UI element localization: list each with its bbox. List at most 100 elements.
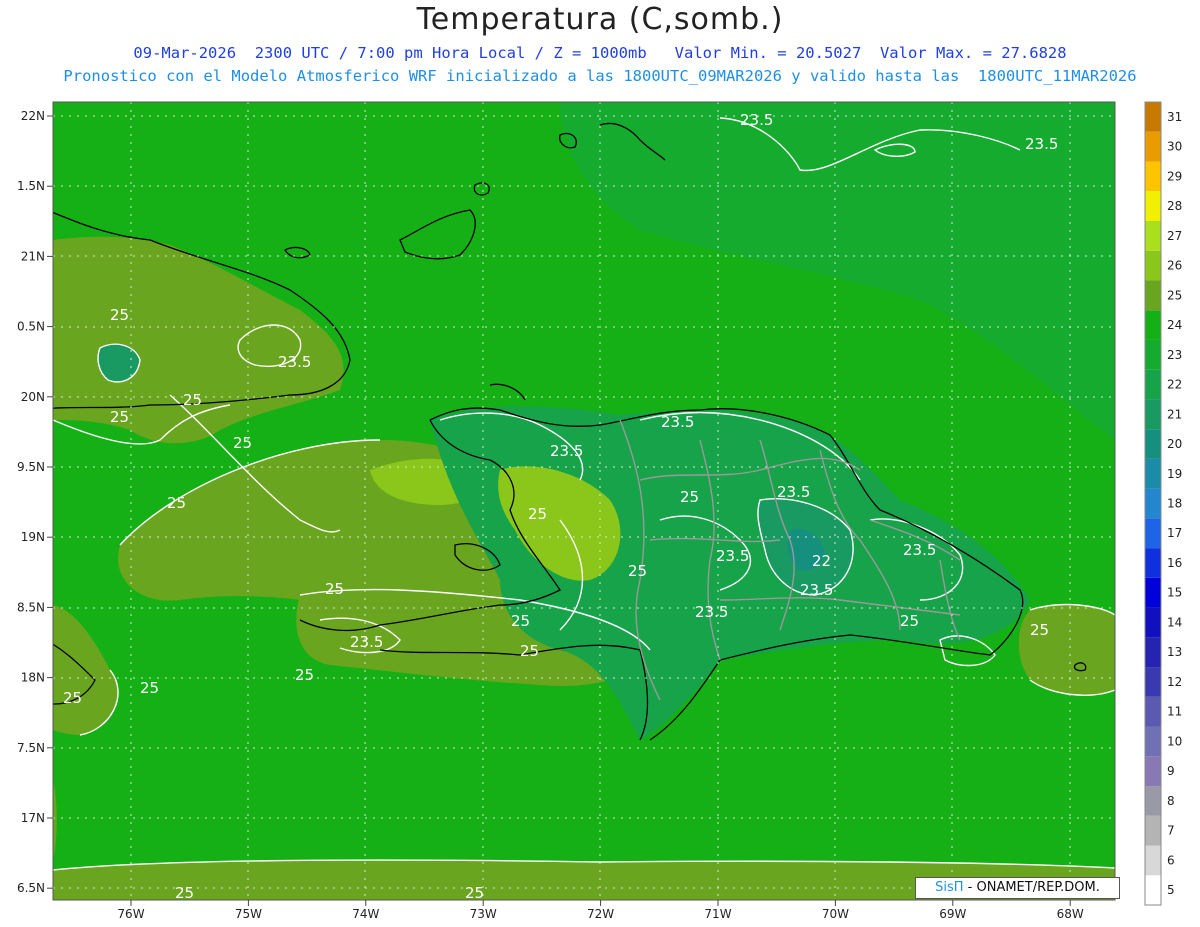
temperature-map: 23.5 23.5 25 23.5 25 25 25 25 25 23.5 23…	[17, 101, 1182, 921]
colorbar-label: 19	[1167, 467, 1182, 481]
contour-label: 23.5	[800, 581, 833, 599]
contour-label: 25	[528, 505, 547, 523]
colorbar-label: 17	[1167, 526, 1182, 540]
colorbar-swatch	[1145, 369, 1161, 400]
colorbar-label: 12	[1167, 675, 1182, 689]
colorbar-label: 5	[1167, 883, 1175, 897]
colorbar-label: 22	[1167, 378, 1182, 392]
colorbar-label: 11	[1167, 705, 1182, 719]
contour-label: 23.5	[716, 547, 749, 565]
contour-label: 25	[175, 884, 194, 902]
lon-label: 76W	[117, 907, 144, 921]
contour-label: 23.5	[278, 353, 311, 371]
colorbar-label: 24	[1167, 318, 1182, 332]
contour-label: 25	[680, 488, 699, 506]
lat-label: 18N	[21, 671, 45, 685]
contour-label: 25	[465, 884, 484, 902]
contour-label: 25	[628, 562, 647, 580]
colorbar-label: 8	[1167, 794, 1175, 808]
lat-label: 0.5N	[17, 320, 45, 334]
contour-label: 25	[110, 408, 129, 426]
colorbar-swatch	[1145, 518, 1161, 549]
colorbar-label: 31	[1167, 110, 1182, 124]
contour-label: 25	[511, 612, 530, 630]
colorbar-label: 20	[1167, 437, 1182, 451]
colorbar-label: 14	[1167, 615, 1182, 629]
lon-label: 74W	[352, 907, 379, 921]
contour-label: 23.5	[695, 603, 728, 621]
lat-label: 6.5N	[17, 881, 45, 895]
colorbar-swatch	[1145, 458, 1161, 489]
contour-label: 25	[325, 580, 344, 598]
colorbar-label: 23	[1167, 348, 1182, 362]
colorbar-swatch	[1145, 429, 1161, 459]
colorbar-label: 21	[1167, 407, 1182, 421]
colorbar-swatch	[1145, 220, 1161, 251]
colorbar-swatch	[1145, 577, 1161, 608]
lat-label: 7.5N	[17, 741, 45, 755]
contour-label: 23.5	[903, 541, 936, 559]
colorbar-label: 9	[1167, 764, 1175, 778]
contour-label: 23.5	[661, 413, 694, 431]
colorbar-swatch	[1145, 786, 1161, 816]
colorbar-swatch	[1145, 250, 1161, 281]
lon-label: 72W	[587, 907, 614, 921]
contour-label: 25	[295, 666, 314, 684]
colorbar-swatch	[1145, 667, 1161, 697]
lon-label: 69W	[939, 907, 966, 921]
colorbar-swatch	[1145, 161, 1161, 192]
colorbar-swatch	[1145, 191, 1161, 221]
contour-label: 22	[812, 552, 831, 570]
colorbar-swatch	[1145, 845, 1161, 876]
colorbar-label: 28	[1167, 199, 1182, 213]
lon-label: 70W	[822, 907, 849, 921]
contour-label: 23.5	[350, 633, 383, 651]
contour-label: 25	[233, 434, 252, 452]
lon-label: 75W	[235, 907, 262, 921]
sispi-brand: SisΠ	[935, 880, 964, 895]
lon-label: 73W	[470, 907, 497, 921]
colorbar-swatch	[1145, 310, 1161, 340]
contour-label: 25	[140, 679, 159, 697]
colorbar-swatch	[1145, 339, 1161, 370]
colorbar-swatch	[1145, 399, 1161, 430]
colorbar-label: 10	[1167, 734, 1182, 748]
colorbar-label: 7	[1167, 824, 1175, 838]
lat-label: 19N	[21, 530, 45, 544]
colorbar-label: 16	[1167, 556, 1182, 570]
contour-label: 25	[110, 306, 129, 324]
contour-label: 23.5	[550, 442, 583, 460]
colorbar-swatch	[1145, 637, 1161, 668]
colorbar-swatch	[1145, 607, 1161, 638]
lon-label: 71W	[704, 907, 731, 921]
contour-label: 23.5	[777, 483, 810, 501]
contour-label: 25	[520, 642, 539, 660]
colorbar-legend: 5 6 7 8 9 10 11 12 13 14 15 16 17 18 19 20 21 22 23 24 25 26 2…	[1144, 101, 1182, 906]
lon-label: 68W	[1057, 907, 1084, 921]
lat-label: 9.5N	[17, 460, 45, 474]
colorbar-label: 18	[1167, 497, 1182, 511]
colorbar-label: 30	[1167, 140, 1182, 154]
lat-label: 1.5N	[17, 179, 45, 193]
colorbar-swatch	[1145, 548, 1161, 578]
colorbar-swatch	[1145, 875, 1161, 905]
colorbar-label: 6	[1167, 853, 1175, 867]
colorbar-label: 13	[1167, 645, 1182, 659]
colorbar-label: 27	[1167, 229, 1182, 243]
colorbar-label: 15	[1167, 586, 1182, 600]
plot-area: 23.5 23.5 25 23.5 25 25 25 25 25 23.5 23…	[53, 102, 1115, 902]
contour-label: 25	[183, 391, 202, 409]
colorbar-swatch	[1145, 280, 1161, 311]
colorbar-label: 26	[1167, 259, 1182, 273]
lat-label: 17N	[21, 811, 45, 825]
credit-text: - ONAMET/REP.DOM.	[963, 880, 1100, 895]
colorbar-swatch	[1145, 488, 1161, 519]
contour-label: 23.5	[740, 111, 773, 129]
colorbar-swatch	[1145, 726, 1161, 757]
colorbar-swatch	[1145, 815, 1161, 846]
latitude-axis: 22N 1.5N 21N 0.5N 20N 9.5N 19N 8.5N 18N 7.5N 17N 6.…	[17, 109, 53, 895]
colorbar-swatch	[1145, 131, 1161, 162]
contour-label: 23.5	[1025, 135, 1058, 153]
lat-label: 8.5N	[17, 600, 45, 614]
colorbar-swatch	[1145, 696, 1161, 727]
